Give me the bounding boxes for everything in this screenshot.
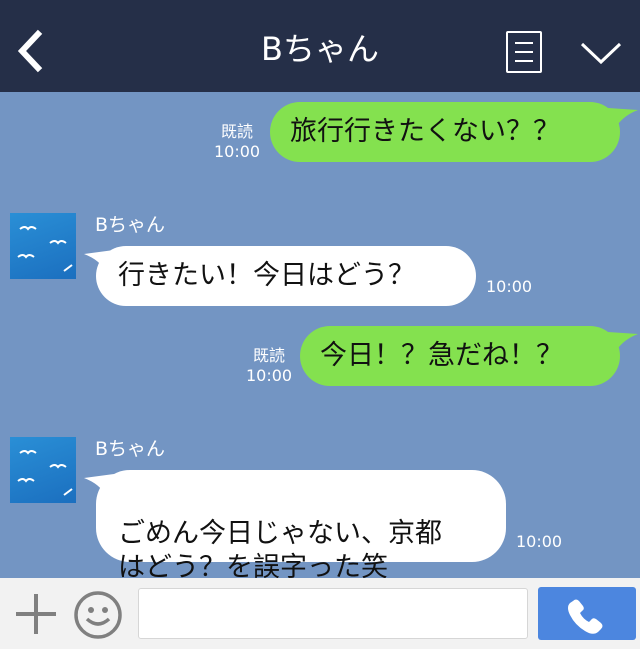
chevron-down-icon bbox=[580, 42, 622, 65]
menu-line bbox=[515, 51, 533, 53]
read-status: 既読 10:00 bbox=[246, 346, 292, 386]
phone-icon bbox=[568, 599, 603, 634]
chat-header: Bちゃん bbox=[0, 0, 640, 92]
add-button[interactable] bbox=[14, 592, 58, 636]
message-input[interactable] bbox=[138, 588, 528, 639]
read-status: 既読 10:00 bbox=[214, 122, 260, 162]
seagulls-image bbox=[17, 226, 73, 272]
message-text: 行きたい！今日はどう？ bbox=[118, 260, 415, 291]
menu-lines-icon bbox=[515, 42, 533, 44]
message-time: 10:00 bbox=[516, 532, 563, 551]
expand-button[interactable] bbox=[578, 38, 624, 68]
avatar[interactable] bbox=[10, 437, 76, 503]
smiley-icon bbox=[74, 591, 122, 639]
avatar[interactable] bbox=[10, 213, 76, 279]
bubble-tail bbox=[608, 108, 638, 130]
message-time: 10:00 bbox=[246, 366, 293, 385]
plus-icon bbox=[16, 594, 56, 634]
message-text: ごめん今日じゃない、京都 はどう？を誤字った笑 bbox=[118, 518, 442, 583]
emoji-button[interactable] bbox=[72, 589, 124, 641]
read-label: 既読 bbox=[252, 346, 285, 365]
call-button[interactable] bbox=[538, 587, 636, 640]
sent-message-bubble[interactable]: 旅行行きたくない？？ bbox=[270, 102, 620, 162]
received-message-bubble[interactable]: ごめん今日じゃない、京都 はどう？を誤字った笑 bbox=[96, 470, 506, 583]
message-text: 旅行行きたくない？？ bbox=[290, 116, 560, 147]
read-label: 既読 bbox=[220, 122, 253, 141]
sent-message-bubble[interactable]: 今日！？急だね！？ bbox=[300, 326, 620, 386]
sender-name: Bちゃん bbox=[95, 214, 166, 236]
message-text: 今日！？急だね！？ bbox=[320, 340, 563, 371]
chat-area[interactable]: 既読 10:00 旅行行きたくない？？ Bちゃん 行きたい！今日はどう？ 10:… bbox=[0, 92, 640, 583]
menu-button[interactable] bbox=[506, 31, 542, 73]
message-time: 10:00 bbox=[486, 277, 533, 296]
received-message-bubble[interactable]: 行きたい！今日はどう？ bbox=[96, 246, 476, 306]
bubble-tail bbox=[608, 332, 638, 354]
message-time: 10:00 bbox=[214, 142, 261, 161]
menu-line bbox=[515, 60, 533, 62]
sender-name: Bちゃん bbox=[95, 438, 166, 460]
seagulls-image bbox=[17, 450, 73, 496]
chat-title: Bちゃん bbox=[261, 30, 379, 68]
